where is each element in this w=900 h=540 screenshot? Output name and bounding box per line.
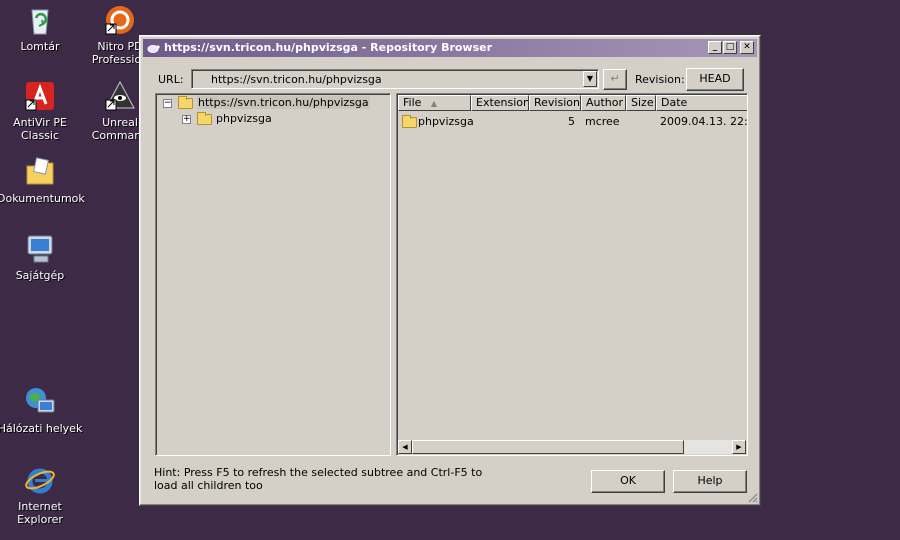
cell-file: phpvizsga	[418, 115, 474, 128]
folder-open-icon	[178, 96, 193, 109]
desktop-icon-documents[interactable]: Dokumentumok	[0, 156, 85, 205]
desktop-icon-label: Dokumentumok	[0, 192, 85, 205]
turtle-icon	[147, 45, 160, 53]
scroll-right-icon[interactable]: ▶	[732, 440, 746, 454]
maximize-button[interactable]: □	[723, 41, 737, 54]
chevron-down-icon[interactable]: ▼	[583, 71, 597, 87]
nitro-pdf-icon	[105, 6, 134, 35]
title-bar[interactable]: https://svn.tricon.hu/phpvizsga - Reposi…	[143, 39, 757, 57]
revision-head-button[interactable]: HEAD	[686, 68, 744, 91]
desktop-icon-my-computer[interactable]: Sajátgép	[0, 233, 83, 282]
go-button[interactable]: ↵	[603, 69, 627, 90]
url-combobox[interactable]: https://svn.tricon.hu/phpvizsga ▼	[191, 69, 599, 89]
desktop-icon-internet-explorer[interactable]: Internet Explorer	[0, 464, 83, 526]
tree-root-item[interactable]: https://svn.tricon.hu/phpvizsga	[197, 96, 370, 109]
column-header-date[interactable]: Date	[656, 95, 747, 111]
expand-icon[interactable]: +	[182, 115, 191, 124]
desktop-icon-label: AntiVir PE Classic	[13, 116, 67, 142]
desktop-icon-antivir[interactable]: AntiVir PE Classic	[0, 80, 83, 142]
desktop-icon-label: Hálózati helyek	[0, 422, 83, 435]
url-value: https://svn.tricon.hu/phpvizsga	[211, 73, 382, 86]
desktop-icon-label: Lomtár	[20, 40, 60, 53]
network-places-icon	[26, 388, 55, 413]
resize-grip-icon[interactable]	[746, 491, 758, 503]
my-computer-icon	[27, 235, 53, 263]
scrollbar-thumb[interactable]	[412, 440, 684, 454]
antivir-icon	[25, 82, 54, 111]
cell-author: mcree	[585, 115, 620, 128]
tree-child-item[interactable]: phpvizsga	[216, 112, 272, 125]
column-header-author[interactable]: Author	[581, 95, 626, 111]
desktop-icon-recycle-bin[interactable]: Lomtár	[0, 4, 83, 53]
revision-label: Revision:	[635, 73, 685, 86]
close-button[interactable]: ✕	[740, 41, 754, 54]
desktop-icon-label: Internet Explorer	[17, 500, 63, 526]
folder-icon	[402, 115, 417, 128]
folder-icon	[197, 112, 212, 125]
help-button[interactable]: Help	[673, 470, 747, 493]
hint-text: Hint: Press F5 to refresh the selected s…	[154, 466, 483, 492]
cell-revision: 5	[568, 115, 575, 128]
column-header-file[interactable]: File ▲	[398, 95, 471, 111]
column-header-revision[interactable]: Revision	[529, 95, 581, 111]
column-header-size[interactable]: Size	[626, 95, 656, 111]
scroll-left-icon[interactable]: ◀	[398, 440, 412, 454]
internet-explorer-icon	[25, 468, 55, 494]
cell-date: 2009.04.13. 22:1	[660, 115, 748, 128]
desktop-icon-label: Sajátgép	[15, 269, 65, 282]
collapse-icon[interactable]: −	[163, 99, 172, 108]
horizontal-scrollbar[interactable]: ◀ ▶	[398, 440, 746, 454]
column-header-extension[interactable]: Extension	[471, 95, 529, 111]
ok-button[interactable]: OK	[591, 470, 665, 493]
documents-folder-icon	[26, 157, 54, 185]
desktop-icon-network-places[interactable]: Hálózati helyek	[0, 386, 83, 435]
unreal-commander-icon	[105, 80, 135, 111]
window-title: https://svn.tricon.hu/phpvizsga - Reposi…	[164, 41, 493, 54]
minimize-button[interactable]: _	[708, 41, 722, 54]
repository-tree[interactable]: − https://svn.tricon.hu/phpvizsga + phpv…	[155, 93, 391, 456]
go-arrow-icon: ↵	[610, 72, 620, 85]
recycle-bin-icon	[31, 9, 49, 35]
sort-arrow-icon: ▲	[430, 99, 438, 108]
file-list[interactable]: File ▲ Extension Revision Author Size Da…	[396, 93, 748, 456]
url-label: URL:	[158, 73, 184, 86]
repository-browser-window: https://svn.tricon.hu/phpvizsga - Reposi…	[139, 35, 761, 506]
